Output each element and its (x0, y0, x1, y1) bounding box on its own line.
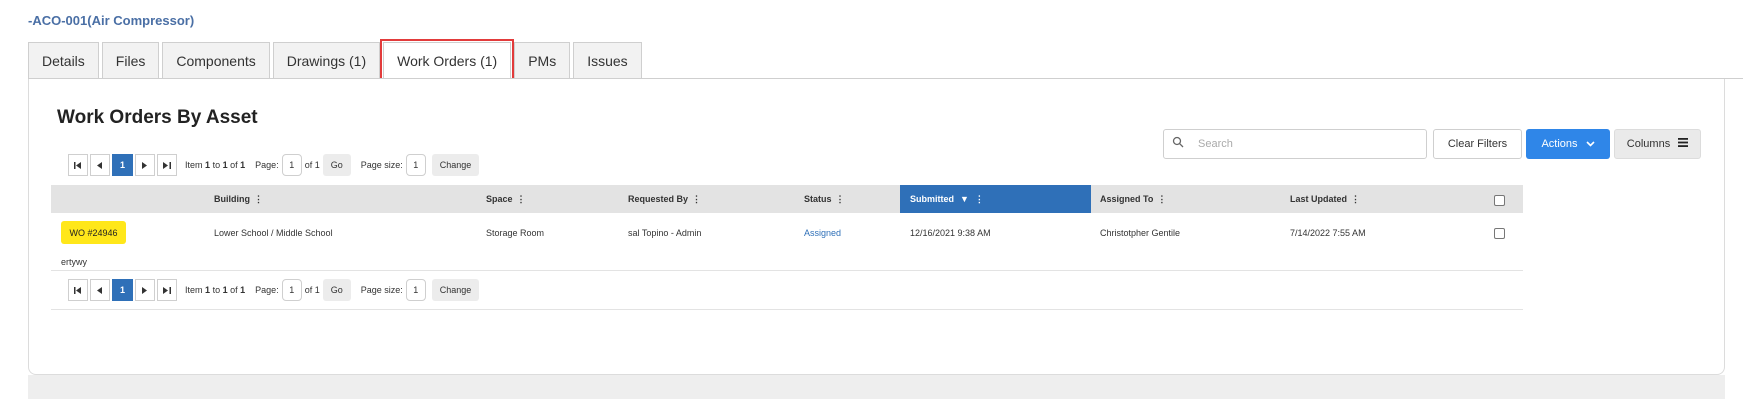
pager-top: 1 Item 1 to 1 of 1 Page: 1 of 1 Go Page … (68, 153, 480, 177)
page-label: Page: (255, 285, 279, 295)
column-header-space[interactable]: Space ⋮ (486, 185, 526, 213)
search-icon (1172, 135, 1184, 153)
search-box[interactable] (1163, 129, 1427, 159)
current-page-button[interactable]: 1 (112, 154, 133, 176)
sort-desc-icon: ▼ (960, 194, 969, 204)
prev-page-button[interactable] (90, 154, 110, 176)
next-page-button[interactable] (135, 279, 155, 301)
clear-filters-label: Clear Filters (1447, 138, 1508, 150)
next-page-icon (142, 161, 147, 169)
item-count: Item 1 to 1 of 1 (185, 160, 246, 170)
column-header-building[interactable]: Building ⋮ (214, 185, 263, 213)
tab-files[interactable]: Files (101, 42, 160, 78)
column-header-requested-by[interactable]: Requested By ⋮ (628, 185, 701, 213)
work-orders-panel: Work Orders By Asset Clear Filters Actio… (28, 79, 1725, 375)
page-size-label: Page size: (360, 285, 403, 295)
last-page-icon (163, 161, 171, 169)
first-page-icon (74, 286, 81, 294)
select-all-checkbox[interactable] (1494, 195, 1505, 206)
change-button[interactable]: Change (431, 154, 480, 176)
cell-space: Storage Room (486, 228, 545, 238)
tab-components[interactable]: Components (162, 42, 270, 78)
cell-status-link[interactable]: Assigned (804, 228, 841, 238)
pager-bottom: 1 Item 1 to 1 of 1 Page: 1 of 1 Go Page … (68, 278, 480, 302)
clear-filters-button[interactable]: Clear Filters (1433, 129, 1522, 159)
page-input[interactable]: 1 (281, 154, 302, 176)
tab-details[interactable]: Details (28, 42, 99, 78)
page-of: of 1 (304, 160, 320, 170)
tab-work-orders[interactable]: Work Orders (1) (380, 39, 515, 81)
first-page-icon (74, 161, 81, 169)
cell-description: ertywy (61, 257, 88, 267)
page-size-label: Page size: (360, 160, 403, 170)
tab-bar: Details Files Components Drawings (1) Wo… (28, 39, 645, 81)
column-header-submitted[interactable]: Submitted ▼ ⋮ (900, 185, 1091, 213)
next-page-button[interactable] (135, 154, 155, 176)
asset-title: -ACO-001(Air Compressor) (28, 13, 195, 28)
column-menu-icon[interactable]: ⋮ (254, 194, 263, 204)
column-menu-icon[interactable]: ⋮ (517, 194, 526, 204)
column-header-status[interactable]: Status ⋮ (804, 185, 845, 213)
page-of: of 1 (304, 285, 320, 295)
prev-page-icon (97, 161, 102, 169)
tab-issues[interactable]: Issues (573, 42, 642, 78)
cell-building: Lower School / Middle School (214, 228, 333, 238)
prev-page-button[interactable] (90, 279, 110, 301)
page-size-input[interactable]: 1 (405, 154, 426, 176)
cell-last-updated: 7/14/2022 7:55 AM (1290, 228, 1366, 238)
column-header-assigned-to[interactable]: Assigned To ⋮ (1100, 185, 1166, 213)
work-order-badge[interactable]: WO #24946 (61, 221, 126, 244)
table-header: Building ⋮ Space ⋮ Requested By ⋮ Status ⋮ S… (51, 185, 1523, 213)
chevron-down-icon (1578, 138, 1595, 150)
actions-button[interactable]: Actions (1526, 129, 1610, 159)
row-divider (51, 309, 1523, 310)
columns-button[interactable]: Columns (1614, 129, 1701, 159)
column-menu-icon[interactable]: ⋮ (1157, 194, 1166, 204)
cell-submitted: 12/16/2021 9:38 AM (910, 228, 991, 238)
page-label: Page: (255, 160, 279, 170)
tab-pms[interactable]: PMs (514, 42, 571, 78)
row-checkbox[interactable] (1494, 228, 1505, 239)
next-page-icon (142, 286, 147, 294)
item-count: Item 1 to 1 of 1 (185, 285, 246, 295)
search-input[interactable] (1196, 137, 1400, 151)
column-header-last-updated[interactable]: Last Updated ⋮ (1290, 185, 1360, 213)
columns-label: Columns (1626, 138, 1671, 150)
cell-assigned-to: Christotpher Gentile (1100, 228, 1181, 238)
first-page-button[interactable] (68, 154, 88, 176)
go-button[interactable]: Go (322, 154, 351, 176)
page-input[interactable]: 1 (281, 279, 302, 301)
tab-drawings[interactable]: Drawings (1) (272, 42, 381, 78)
last-page-icon (163, 286, 171, 294)
last-page-button[interactable] (157, 154, 177, 176)
current-page-button[interactable]: 1 (112, 279, 133, 301)
cell-requested-by: sal Topino - Admin (628, 228, 702, 238)
menu-icon (1670, 138, 1689, 150)
go-button[interactable]: Go (322, 279, 351, 301)
footer-band (28, 375, 1725, 399)
actions-label: Actions (1541, 138, 1578, 150)
page-size-input[interactable]: 1 (405, 279, 426, 301)
column-menu-icon[interactable]: ⋮ (1351, 194, 1360, 204)
prev-page-icon (97, 286, 102, 294)
first-page-button[interactable] (68, 279, 88, 301)
column-menu-icon[interactable]: ⋮ (975, 194, 984, 204)
row-divider (51, 270, 1523, 271)
column-menu-icon[interactable]: ⋮ (836, 194, 845, 204)
panel-title: Work Orders By Asset (57, 107, 258, 128)
column-menu-icon[interactable]: ⋮ (692, 194, 701, 204)
change-button[interactable]: Change (431, 279, 480, 301)
last-page-button[interactable] (157, 279, 177, 301)
